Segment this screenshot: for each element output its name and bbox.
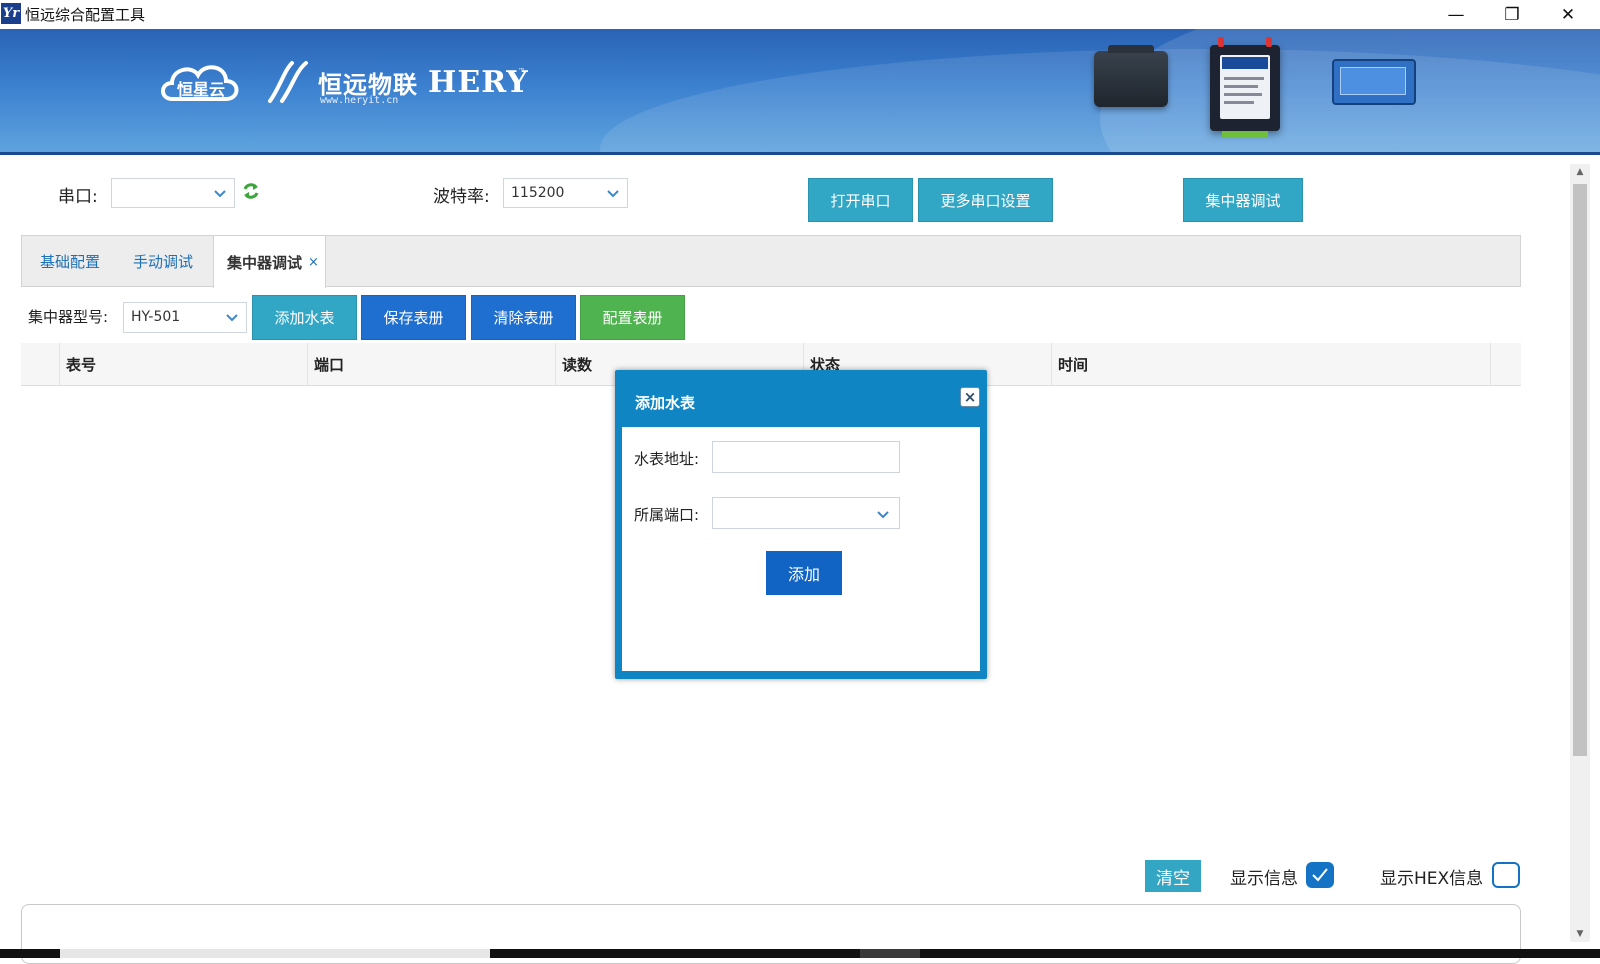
tab-label: 集中器调试 (227, 253, 303, 272)
minimize-button[interactable]: — (1428, 0, 1484, 29)
column-header-meter-id[interactable]: 表号 (59, 343, 307, 385)
restore-button[interactable]: ❐ (1484, 0, 1540, 29)
brand-url: www.heryit.cn (320, 95, 399, 106)
port-select[interactable] (111, 178, 235, 208)
chevron-down-icon (214, 190, 226, 198)
meter-address-label: 水表地址: (634, 450, 700, 468)
dialog-add-button[interactable]: 添加 (766, 551, 842, 595)
column-header-port[interactable]: 端口 (307, 343, 555, 385)
clear-register-button[interactable]: 清除表册 (471, 295, 576, 340)
brand-mark-icon (268, 61, 308, 103)
close-window-button[interactable]: ✕ (1540, 0, 1596, 29)
brand-name-en: HERY (428, 65, 529, 100)
cloud-logo-icon: 恒星云 (161, 65, 239, 101)
concentrator-model-value: HY-501 (131, 309, 181, 325)
checkmark-icon (1312, 868, 1328, 882)
port-label: 串口: (58, 187, 98, 207)
tab-bar: 基础配置 手动调试 集中器调试 × (21, 235, 1521, 288)
chevron-down-icon (226, 314, 238, 322)
baud-rate-select[interactable]: 115200 (503, 178, 628, 208)
title-bar: Yr 恒远综合配置工具 — ❐ ✕ (0, 0, 1600, 30)
concentrator-model-label: 集中器型号: (28, 308, 109, 326)
banner-divider (0, 152, 1600, 155)
dialog-title: 添加水表 (635, 394, 696, 412)
cloud-logo-text: 恒星云 (177, 80, 225, 99)
more-port-settings-button[interactable]: 更多串口设置 (918, 178, 1053, 222)
refresh-icon[interactable] (241, 181, 261, 201)
device-image-concentrator (1210, 37, 1280, 137)
tab-close-icon[interactable]: × (308, 255, 319, 270)
meter-address-input[interactable] (712, 441, 900, 473)
dialog-body: 水表地址: 所属端口: 添加 (622, 427, 980, 671)
concentrator-model-select[interactable]: HY-501 (123, 302, 247, 333)
show-info-label: 显示信息 (1230, 869, 1298, 889)
tab-label: 基础配置 (40, 253, 101, 271)
open-port-button[interactable]: 打开串口 (808, 178, 913, 222)
show-hex-checkbox[interactable] (1492, 862, 1520, 888)
show-info-checkbox[interactable] (1306, 862, 1334, 888)
scrollbar-thumb[interactable] (1573, 184, 1587, 756)
window-title: 恒远综合配置工具 (25, 6, 146, 24)
header-banner: 恒星云 恒远物联 www.heryit.cn HERY ™ (0, 29, 1600, 153)
vertical-scrollbar[interactable]: ▲ ▼ (1570, 164, 1590, 942)
taskbar-item[interactable] (60, 949, 490, 958)
scroll-down-icon[interactable]: ▼ (1570, 926, 1590, 942)
show-hex-label: 显示HEX信息 (1380, 869, 1484, 889)
baud-rate-value: 115200 (511, 185, 565, 201)
tab-manual-debug[interactable]: 手动调试 (133, 236, 193, 287)
scroll-up-icon[interactable]: ▲ (1570, 164, 1590, 180)
dialog-close-icon[interactable]: × (960, 387, 980, 407)
device-image-terminal (1332, 59, 1416, 105)
trademark-symbol: ™ (518, 67, 525, 75)
taskbar-strip (0, 949, 1600, 958)
column-header-time[interactable]: 时间 (1051, 343, 1491, 385)
tab-concentrator-debug[interactable]: 集中器调试 × (213, 236, 326, 288)
tab-label: 手动调试 (133, 253, 194, 271)
taskbar-item[interactable] (860, 949, 920, 958)
chevron-down-icon (607, 190, 619, 198)
save-register-button[interactable]: 保存表册 (361, 295, 466, 340)
app-icon: Yr (1, 3, 21, 24)
clear-log-button[interactable]: 清空 (1145, 860, 1201, 892)
add-meter-button[interactable]: 添加水表 (252, 295, 357, 340)
meter-port-label: 所属端口: (634, 506, 700, 524)
tab-basic-config[interactable]: 基础配置 (40, 236, 100, 287)
concentrator-debug-button[interactable]: 集中器调试 (1183, 178, 1303, 222)
meter-port-select[interactable] (712, 497, 900, 529)
baud-rate-label: 波特率: (433, 187, 490, 207)
chevron-down-icon (877, 511, 889, 519)
device-image-dtu (1094, 45, 1168, 107)
config-register-button[interactable]: 配置表册 (580, 295, 685, 340)
add-meter-dialog: 添加水表 × 水表地址: 所属端口: 添加 (615, 370, 987, 679)
